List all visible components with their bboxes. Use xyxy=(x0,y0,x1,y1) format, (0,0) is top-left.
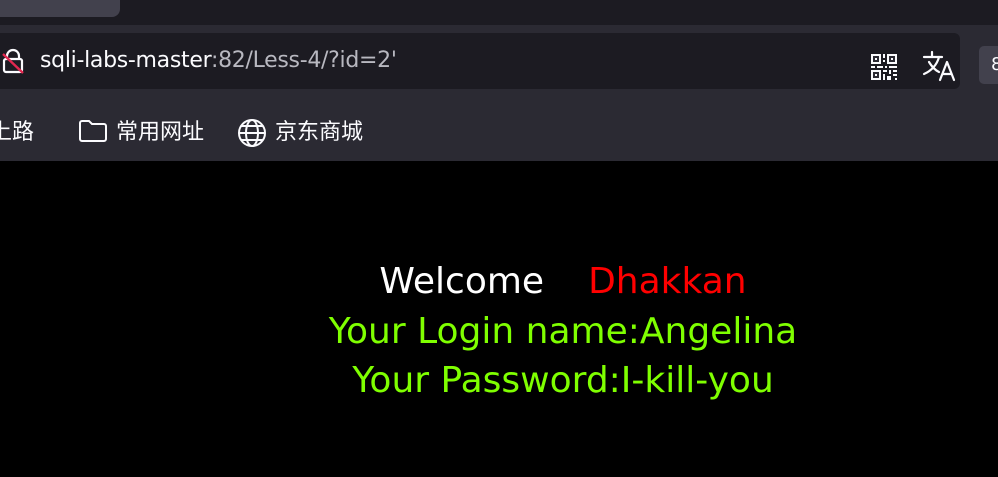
insecure-lock-icon[interactable] xyxy=(0,48,26,74)
navigation-toolbar: sqli-labs-master:82/Less-4/?id=2' xyxy=(0,25,998,97)
bookmark-label: 京东商城 xyxy=(275,120,364,145)
folder-icon xyxy=(79,120,107,142)
tab-strip xyxy=(0,0,998,25)
bookmark-common-sites[interactable]: 常用网址 xyxy=(116,97,204,161)
bookmark-jd[interactable]: 京东商城 xyxy=(275,97,363,161)
bookmark-label: 常用网址 xyxy=(116,120,205,145)
bookmark-label: 上路 xyxy=(0,120,35,145)
welcome-username: Dhakkan xyxy=(588,261,747,302)
browser-tab[interactable] xyxy=(0,0,120,17)
bookmark-partial[interactable]: 上路 xyxy=(0,97,34,161)
login-name-line: Your Login name:Angelina xyxy=(328,311,798,352)
translate-icon[interactable] xyxy=(922,50,956,82)
qr-code-icon[interactable] xyxy=(870,53,898,81)
bookmarks-toolbar: 上路 常用网址 京东商城 xyxy=(0,97,998,161)
url-host: sqli-labs-master xyxy=(40,48,211,73)
address-bar[interactable]: sqli-labs-master:82/Less-4/?id=2' xyxy=(0,33,960,89)
globe-icon xyxy=(238,119,266,147)
password-line: Your Password:I-kill-you xyxy=(352,360,774,401)
url-text[interactable]: sqli-labs-master:82/Less-4/?id=2' xyxy=(40,33,397,89)
url-path: :82/Less-4/?id=2' xyxy=(210,48,397,73)
welcome-label: Welcome xyxy=(379,261,545,302)
page-content: Welcome Dhakkan Your Login name:Angelina … xyxy=(0,161,998,477)
extension-badge[interactable]: 8 xyxy=(979,46,998,84)
welcome-line: Welcome Dhakkan xyxy=(0,261,998,302)
